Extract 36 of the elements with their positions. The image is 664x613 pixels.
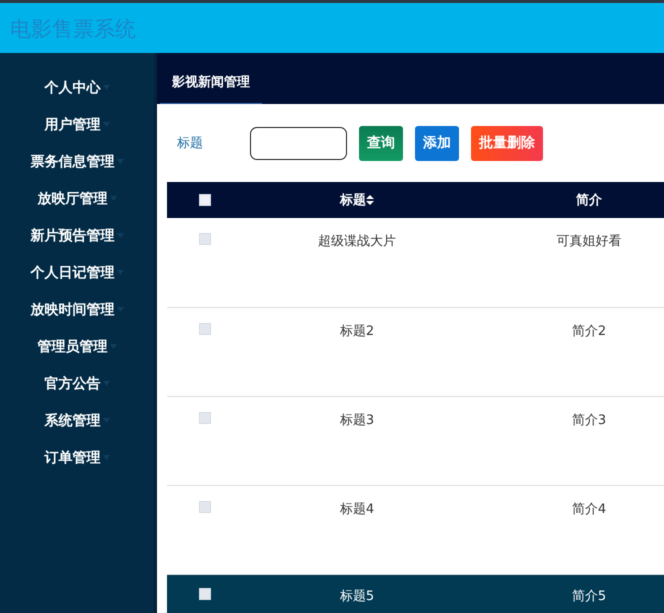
sidebar-item[interactable]: 放映时间管理 — [0, 291, 154, 328]
sidebar-item[interactable]: 票务信息管理 — [0, 143, 154, 180]
sort-icon[interactable] — [366, 195, 374, 205]
table-cell: 简介4 — [572, 502, 606, 516]
sidebar-item[interactable]: 订单管理 — [0, 439, 154, 476]
table-cell: 可真姐好看 — [556, 234, 622, 249]
table-cell: 标题2 — [340, 324, 374, 338]
field-label: 标题 — [177, 135, 204, 152]
sidebar-item[interactable]: 新片预告管理 — [0, 217, 154, 254]
search-field[interactable] — [250, 126, 347, 160]
sidebar-item[interactable]: 放映厅管理 — [0, 180, 154, 217]
select-all-checkbox[interactable] — [199, 194, 211, 206]
sidebar-item[interactable]: 系统管理 — [0, 402, 154, 439]
table-cell: 简介2 — [572, 324, 606, 338]
table-cell: 简介3 — [572, 412, 606, 428]
search-button[interactable]: 查询 — [359, 126, 403, 160]
row-checkbox[interactable] — [199, 233, 211, 246]
row-checkbox[interactable] — [199, 588, 211, 600]
sidebar-item[interactable]: 管理员管理 — [0, 328, 154, 365]
table-cell: 简介5 — [572, 588, 606, 604]
sidebar-item[interactable]: 个人中心 — [0, 69, 154, 106]
tab[interactable]: 影视新闻管理 — [160, 73, 262, 104]
column-header[interactable]: 标题 — [340, 193, 366, 208]
delete-button[interactable]: 批量删除 — [471, 126, 543, 160]
table-cell: 标题4 — [340, 502, 374, 516]
sidebar-item[interactable]: 个人日记管理 — [0, 254, 154, 291]
table-cell: 标题3 — [340, 412, 374, 428]
table-cell: 超级谍战大片 — [318, 234, 396, 249]
row-checkbox[interactable] — [199, 322, 211, 335]
sidebar-item[interactable]: 官方公告 — [0, 365, 154, 402]
sidebar-item[interactable]: 用户管理 — [0, 106, 154, 143]
row-checkbox[interactable] — [199, 412, 211, 424]
table-cell: 标题5 — [340, 588, 374, 604]
add-button[interactable]: 添加 — [415, 126, 459, 160]
column-header: 简介 — [576, 193, 602, 208]
row-checkbox[interactable] — [199, 500, 211, 513]
